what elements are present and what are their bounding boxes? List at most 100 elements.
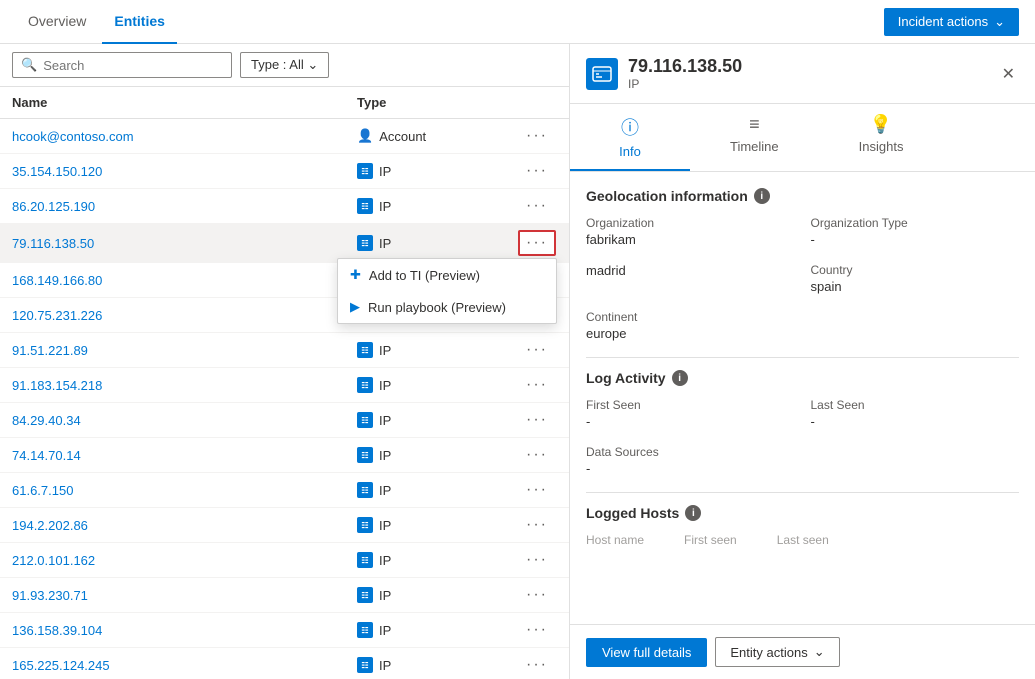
chevron-down-icon: ⌄	[814, 644, 825, 660]
run-playbook-menu-item[interactable]: ▶ Run playbook (Preview)	[338, 291, 556, 323]
more-button[interactable]: ···	[520, 195, 554, 217]
table-row[interactable]: 35.154.150.120 ☷ IP ···	[0, 154, 569, 189]
table-row[interactable]: 91.183.154.218 ☷ IP ···	[0, 368, 569, 403]
search-bar: 🔍 Type : All ⌄	[0, 44, 569, 87]
log-activity-grid-2: Data Sources -	[586, 445, 1019, 476]
main-layout: 🔍 Type : All ⌄ Name Type hcook@contoso.c…	[0, 44, 1035, 679]
geolocation-grid-3: Continent europe	[586, 310, 1019, 341]
ip-icon: ☷	[357, 587, 373, 603]
data-sources-field: Data Sources -	[586, 445, 795, 476]
ip-icon: ☷	[357, 657, 373, 673]
insights-tab-icon: 💡	[870, 114, 892, 135]
entity-detail-tabs: ⓘ Info ≡ Timeline 💡 Insights	[570, 104, 1035, 172]
info-tab-icon: ⓘ	[621, 114, 639, 140]
ip-icon: ☷	[357, 552, 373, 568]
geolocation-grid-2: madrid Country spain	[586, 263, 1019, 294]
logged-hosts-info-icon: i	[685, 505, 701, 521]
entity-header: 79.116.138.50 IP ✕	[570, 44, 1035, 104]
table-row[interactable]: 79.116.138.50 ☷ IP ··· ✚ Add to TI (Prev…	[0, 224, 569, 263]
entity-detail-content: Geolocation information i Organization f…	[570, 172, 1035, 624]
more-button[interactable]: ···	[520, 584, 554, 606]
tab-overview[interactable]: Overview	[16, 0, 98, 44]
view-full-details-button[interactable]: View full details	[586, 638, 707, 667]
left-panel: 🔍 Type : All ⌄ Name Type hcook@contoso.c…	[0, 44, 570, 679]
table-row[interactable]: hcook@contoso.com 👤 Account ···	[0, 119, 569, 154]
entity-name: 79.116.138.50	[628, 56, 742, 77]
more-button[interactable]: ···	[520, 619, 554, 641]
more-button[interactable]: ···	[520, 444, 554, 466]
entity-type-label: IP	[628, 77, 742, 91]
table-row[interactable]: 61.6.7.150 ☷ IP ···	[0, 473, 569, 508]
ip-icon: ☷	[357, 622, 373, 638]
organization-type-field: Organization Type -	[811, 216, 1020, 247]
search-icon: 🔍	[21, 57, 37, 73]
logged-hosts-section-title: Logged Hosts i	[586, 505, 1019, 521]
table-row[interactable]: 74.14.70.14 ☷ IP ···	[0, 438, 569, 473]
more-button[interactable]: ···	[520, 549, 554, 571]
table-row[interactable]: 84.29.40.34 ☷ IP ···	[0, 403, 569, 438]
tab-timeline[interactable]: ≡ Timeline	[690, 104, 819, 171]
city-field: madrid	[586, 263, 795, 294]
timeline-tab-icon: ≡	[749, 114, 760, 135]
ip-icon: ☷	[357, 517, 373, 533]
last-seen-field: Last Seen -	[811, 398, 1020, 429]
more-button[interactable]: ···	[518, 230, 556, 256]
tab-entities[interactable]: Entities	[102, 0, 177, 44]
geolocation-info-icon: i	[754, 188, 770, 204]
ip-icon: ☷	[357, 198, 373, 214]
table-row[interactable]: 91.51.221.89 ☷ IP ···	[0, 333, 569, 368]
more-button[interactable]: ···	[520, 654, 554, 676]
entity-ip-icon	[586, 58, 618, 90]
table-header: Name Type	[0, 87, 569, 119]
ip-icon: ☷	[357, 377, 373, 393]
log-activity-grid: First Seen - Last Seen -	[586, 398, 1019, 429]
add-icon: ✚	[350, 267, 361, 283]
ip-icon: ☷	[357, 482, 373, 498]
first-seen-field: First Seen -	[586, 398, 795, 429]
table-row[interactable]: 91.93.230.71 ☷ IP ···	[0, 578, 569, 613]
right-panel: 79.116.138.50 IP ✕ ⓘ Info ≡ Timeline 💡 I…	[570, 44, 1035, 679]
log-activity-section-title: Log Activity i	[586, 370, 1019, 386]
type-filter[interactable]: Type : All ⌄	[240, 52, 329, 78]
divider	[586, 357, 1019, 358]
ip-icon: ☷	[357, 447, 373, 463]
organization-field: Organization fabrikam	[586, 216, 795, 247]
table-row[interactable]: 212.0.101.162 ☷ IP ···	[0, 543, 569, 578]
entity-actions-button[interactable]: Entity actions ⌄	[715, 637, 839, 667]
entity-title-section: 79.116.138.50 IP	[586, 56, 742, 91]
divider-2	[586, 492, 1019, 493]
table-row[interactable]: 165.225.124.245 ☷ IP ···	[0, 648, 569, 679]
more-button[interactable]: ···	[520, 374, 554, 396]
ip-icon: ☷	[357, 412, 373, 428]
table-row[interactable]: 136.158.39.104 ☷ IP ···	[0, 613, 569, 648]
more-button[interactable]: ···	[520, 339, 554, 361]
search-wrapper: 🔍	[12, 52, 232, 78]
tab-info[interactable]: ⓘ Info	[570, 104, 690, 171]
more-button[interactable]: ···	[520, 409, 554, 431]
search-input[interactable]	[43, 58, 213, 73]
ip-icon: ☷	[357, 342, 373, 358]
tab-insights[interactable]: 💡 Insights	[819, 104, 944, 171]
incident-actions-button[interactable]: Incident actions ⌄	[884, 8, 1019, 36]
add-to-ti-menu-item[interactable]: ✚ Add to TI (Preview)	[338, 259, 556, 291]
context-menu: ✚ Add to TI (Preview) ▶ Run playbook (Pr…	[337, 258, 557, 324]
account-icon: 👤	[357, 128, 373, 144]
more-button[interactable]: ···	[520, 479, 554, 501]
entity-footer: View full details Entity actions ⌄	[570, 624, 1035, 679]
more-button[interactable]: ···	[520, 125, 554, 147]
nav-tabs: Overview Entities	[16, 0, 177, 44]
ip-icon: ☷	[357, 163, 373, 179]
country-field: Country spain	[811, 263, 1020, 294]
more-button[interactable]: ···	[520, 514, 554, 536]
table-row[interactable]: 194.2.202.86 ☷ IP ···	[0, 508, 569, 543]
geolocation-grid: Organization fabrikam Organization Type …	[586, 216, 1019, 247]
geolocation-section-title: Geolocation information i	[586, 188, 1019, 204]
close-button[interactable]: ✕	[998, 60, 1019, 88]
logged-hosts-header: Host name First seen Last seen	[586, 533, 1019, 547]
log-activity-info-icon: i	[672, 370, 688, 386]
table-row[interactable]: 86.20.125.190 ☷ IP ···	[0, 189, 569, 224]
continent-field: Continent europe	[586, 310, 795, 341]
chevron-down-icon: ⌄	[994, 14, 1005, 30]
more-button[interactable]: ···	[520, 160, 554, 182]
ip-icon: ☷	[357, 235, 373, 251]
